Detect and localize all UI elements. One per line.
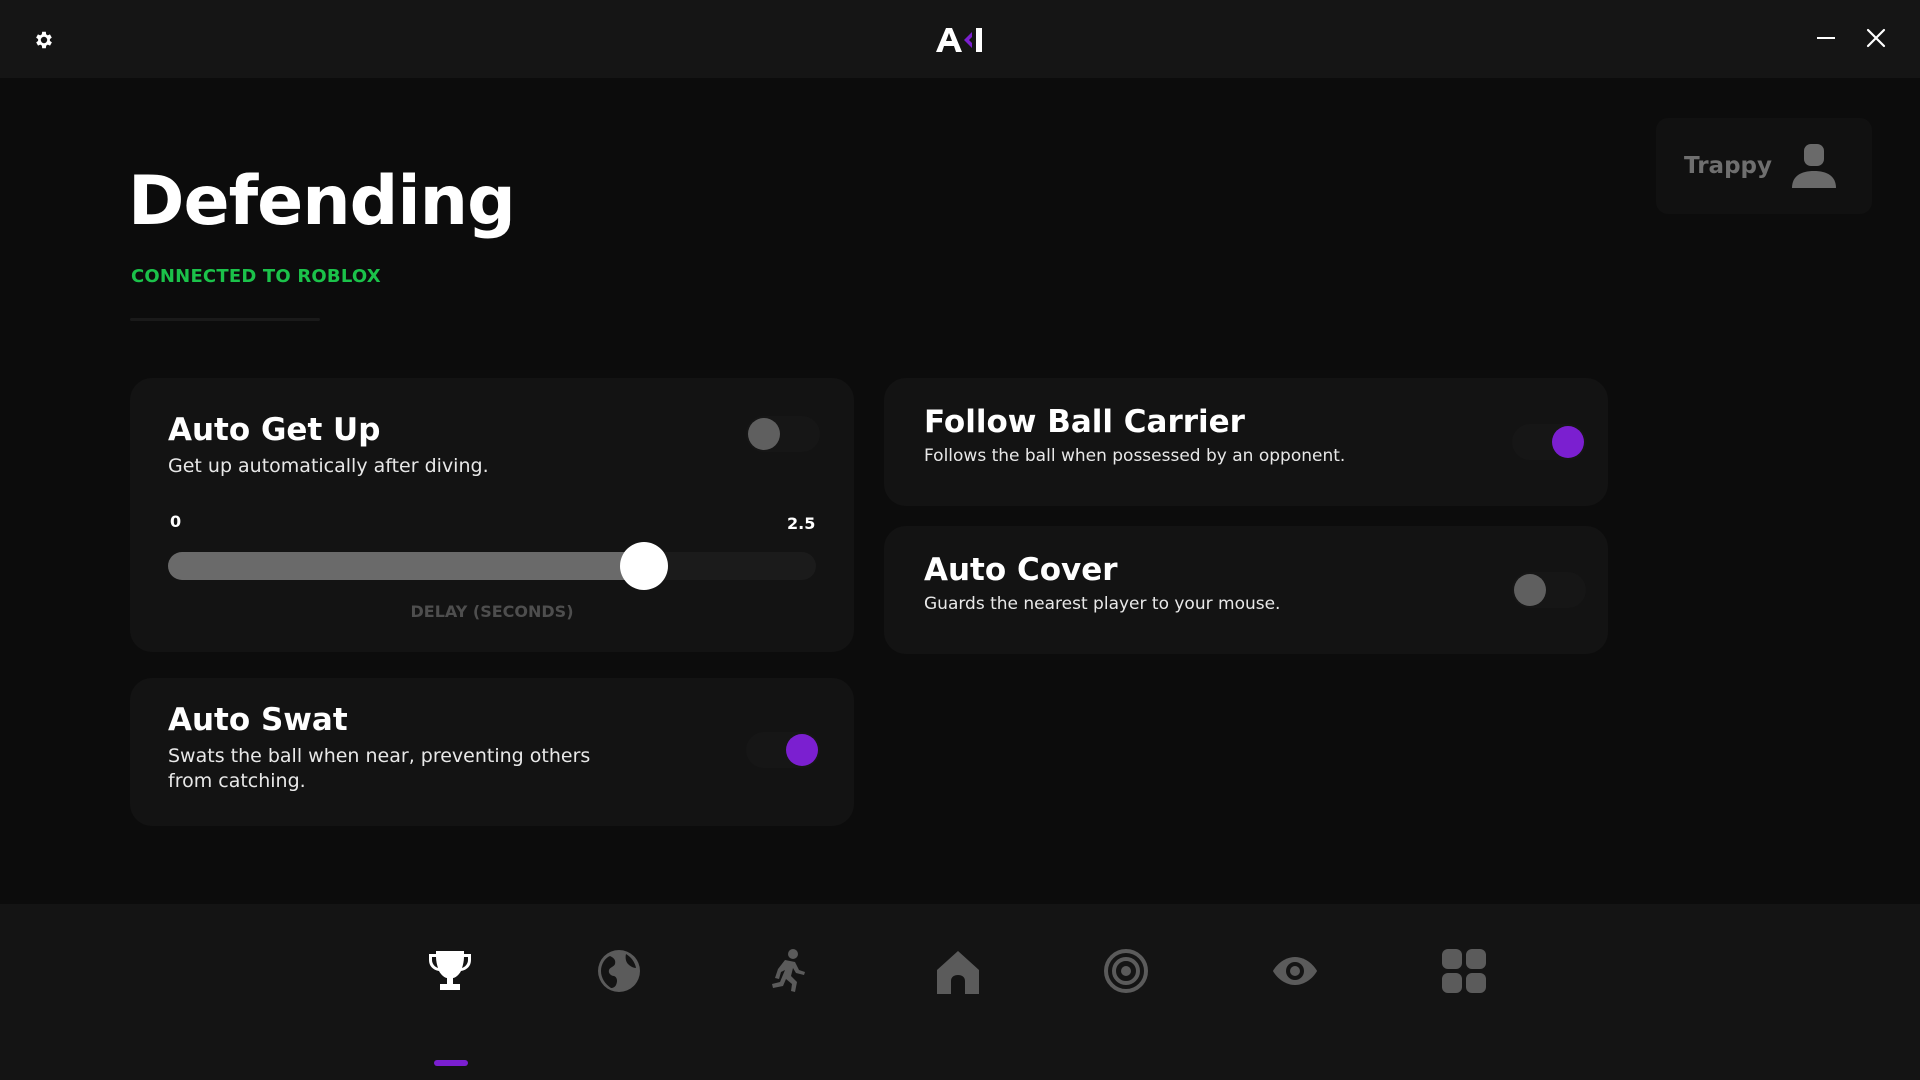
app-window: Trappy Defending CONNECTED TO ROBLOX Aut… bbox=[0, 0, 1920, 1080]
settings-button[interactable] bbox=[26, 22, 62, 58]
running-icon bbox=[772, 949, 805, 992]
follow-ball-carrier-toggle[interactable] bbox=[1512, 424, 1586, 460]
logo-icon bbox=[936, 28, 982, 52]
globe-icon bbox=[598, 950, 640, 992]
minimize-icon bbox=[1817, 37, 1835, 39]
auto-swat-card: Auto Swat Swats the ball when near, prev… bbox=[130, 678, 854, 826]
home-icon bbox=[937, 951, 979, 994]
toggle-knob bbox=[1552, 426, 1584, 458]
nav-item-trophy[interactable] bbox=[414, 948, 486, 1066]
follow-ball-carrier-card: Follow Ball Carrier Follows the ball whe… bbox=[884, 378, 1608, 506]
close-button[interactable] bbox=[1858, 20, 1894, 56]
grid-icon bbox=[1442, 949, 1486, 993]
toggle-knob bbox=[786, 734, 818, 766]
card-title: Follow Ball Carrier bbox=[924, 404, 1245, 440]
connection-status: CONNECTED TO ROBLOX bbox=[131, 266, 381, 287]
active-tab-indicator bbox=[434, 1060, 468, 1066]
target-icon bbox=[1104, 949, 1148, 993]
card-title: Auto Get Up bbox=[168, 412, 381, 448]
auto-swat-toggle[interactable] bbox=[746, 732, 820, 768]
card-description: Get up automatically after diving. bbox=[168, 455, 489, 477]
toggle-knob bbox=[748, 418, 780, 450]
delay-slider[interactable] bbox=[168, 542, 816, 590]
card-description: Guards the nearest player to your mouse. bbox=[924, 594, 1281, 614]
nav-item-globe[interactable] bbox=[583, 948, 655, 1028]
card-description: Swats the ball when near, preventing oth… bbox=[168, 744, 590, 794]
avatar bbox=[1790, 142, 1838, 190]
user-name: Trappy bbox=[1684, 153, 1772, 179]
nav-item-eye[interactable] bbox=[1259, 948, 1331, 1028]
card-description: Follows the ball when possessed by an op… bbox=[924, 446, 1346, 466]
slider-min-label: 0 bbox=[170, 512, 182, 531]
card-title: Auto Swat bbox=[168, 702, 348, 738]
card-title: Auto Cover bbox=[924, 552, 1118, 588]
title-bar bbox=[0, 0, 1920, 78]
nav-item-grid[interactable] bbox=[1428, 948, 1500, 1028]
user-badge[interactable]: Trappy bbox=[1656, 118, 1872, 214]
toggle-knob bbox=[1514, 574, 1546, 606]
bottom-nav bbox=[0, 904, 1920, 1080]
description-line: from catching. bbox=[168, 770, 306, 792]
slider-thumb[interactable] bbox=[620, 542, 668, 590]
nav-item-runner[interactable] bbox=[752, 948, 824, 1028]
nav-item-target[interactable] bbox=[1090, 948, 1162, 1028]
close-icon bbox=[1866, 28, 1886, 48]
slider-caption: DELAY (SECONDS) bbox=[410, 602, 574, 621]
slider-fill bbox=[168, 552, 654, 580]
trophy-icon bbox=[429, 951, 471, 990]
app-logo bbox=[928, 20, 992, 60]
gear-icon bbox=[36, 31, 52, 49]
slider-max-label: 2.5 bbox=[787, 514, 816, 533]
auto-cover-card: Auto Cover Guards the nearest player to … bbox=[884, 526, 1608, 654]
description-line: Swats the ball when near, preventing oth… bbox=[168, 745, 591, 767]
nav-item-home[interactable] bbox=[922, 948, 994, 1028]
page-title: Defending bbox=[128, 162, 516, 241]
auto-get-up-toggle[interactable] bbox=[746, 416, 820, 452]
heading-divider bbox=[130, 318, 320, 321]
minimize-button[interactable] bbox=[1808, 20, 1844, 56]
auto-cover-toggle[interactable] bbox=[1512, 572, 1586, 608]
user-icon bbox=[1792, 144, 1836, 188]
eye-icon bbox=[1273, 957, 1317, 985]
